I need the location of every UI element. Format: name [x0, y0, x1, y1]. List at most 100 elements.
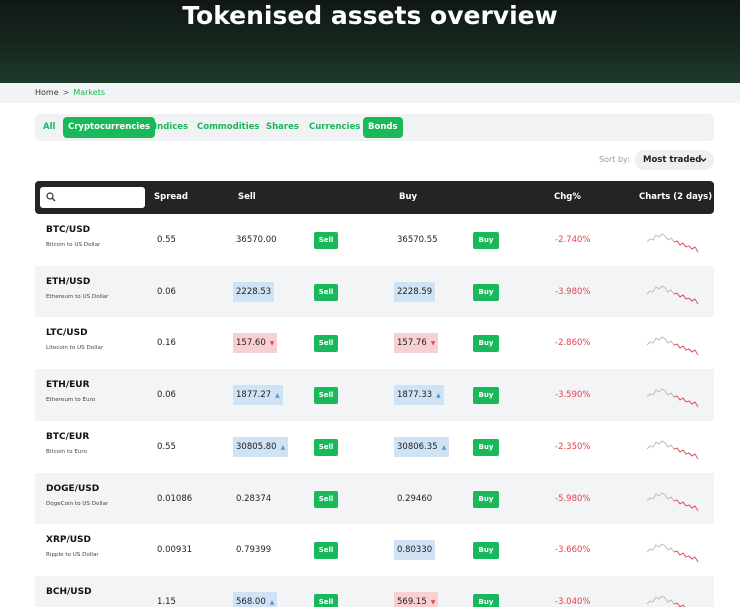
chevron-down-icon — [700, 150, 707, 178]
spread-value: 0.01086 — [157, 493, 193, 504]
arrow-up-icon: ▲ — [436, 392, 441, 400]
search-input[interactable] — [60, 189, 140, 206]
sparkline-chart[interactable] — [645, 280, 701, 310]
buy-button[interactable]: Buy — [473, 490, 499, 508]
sort-label: Sort by: — [599, 155, 630, 164]
tab-all[interactable]: All — [38, 117, 60, 138]
spread-value: 0.06 — [157, 286, 176, 297]
change-percent: -2.350% — [555, 441, 591, 452]
column-header-buy[interactable]: Buy — [399, 181, 417, 214]
instrument-symbol[interactable]: BTC/EUR — [46, 432, 89, 442]
sell-price: 0.79399 — [233, 540, 274, 560]
sparkline-chart[interactable] — [645, 383, 701, 413]
tab-bonds[interactable]: Bonds — [363, 117, 403, 138]
breadcrumb-home-link[interactable]: Home — [35, 88, 59, 97]
table-row[interactable]: XRP/USD Ripple to US Dollar 0.00931 0.79399… — [35, 524, 714, 577]
buy-button[interactable]: Buy — [473, 593, 499, 607]
buy-button[interactable]: Buy — [473, 283, 499, 301]
spread-value: 1.15 — [157, 596, 176, 607]
column-header-chg[interactable]: Chg% — [554, 181, 581, 214]
sell-price: 568.00 ▲ — [233, 591, 278, 607]
sell-price-value: 568.00 — [236, 596, 266, 607]
tab-indices[interactable]: Indices — [149, 117, 193, 138]
arrow-down-icon: ▼ — [430, 598, 436, 606]
sparkline-chart[interactable] — [645, 538, 701, 568]
buy-price: 157.76 ▼ — [394, 333, 439, 354]
column-header-spread[interactable]: Spread — [154, 181, 188, 214]
sell-price-value: 0.79399 — [236, 545, 272, 556]
sell-price-value: 1877.27 — [236, 390, 272, 401]
buy-price-value: 569.15 — [397, 596, 427, 607]
sell-price: 2228.53 — [233, 281, 275, 302]
table-row[interactable]: BTC/EUR Bitcoin to Euro 0.55 30805.80 ▲ Sell 3… — [35, 420, 714, 473]
table-row[interactable]: DOGE/USD DogeCoin to US Dollar 0.01086 0.28… — [35, 472, 714, 525]
instrument-symbol[interactable]: DOGE/USD — [46, 484, 99, 494]
instrument-description: Litecoin to US Dollar — [46, 345, 104, 352]
table-header: Spread Sell Buy Chg% Charts (2 days) — [35, 181, 714, 214]
spread-value: 0.06 — [157, 390, 176, 401]
instrument-symbol[interactable]: BCH/USD — [46, 587, 92, 597]
arrow-down-icon: ▼ — [430, 340, 436, 348]
instrument-description: Ethereum to Euro — [46, 397, 96, 404]
table-row[interactable]: LTC/USD Litecoin to US Dollar 0.16 157.60 ▼ S… — [35, 317, 714, 370]
buy-price-value: 36570.55 — [397, 235, 438, 245]
tab-cryptocurrencies[interactable]: Cryptocurrencies — [63, 117, 156, 138]
sell-button[interactable]: Sell — [314, 387, 338, 405]
tab-commodities[interactable]: Commodities — [192, 117, 264, 138]
buy-button[interactable]: Buy — [473, 335, 499, 353]
sell-price-value: 36570.00 — [236, 235, 277, 245]
sparkline-chart[interactable] — [645, 487, 701, 517]
sell-button[interactable]: Sell — [314, 283, 338, 301]
spread-value: 0.55 — [157, 235, 176, 245]
instrument-symbol[interactable]: XRP/USD — [46, 535, 91, 545]
buy-price-value: 0.29460 — [397, 493, 433, 504]
sell-button[interactable]: Sell — [314, 542, 338, 560]
buy-price: 36570.55 — [394, 230, 441, 250]
sort-dropdown[interactable]: Most traded — [635, 150, 714, 170]
instrument-symbol[interactable]: ETH/EUR — [46, 380, 90, 390]
buy-button[interactable]: Buy — [473, 387, 499, 405]
table-row[interactable]: BCH/USD 1.15 568.00 ▲ Sell 569.15 ▼ Buy -3.040% — [35, 575, 714, 607]
sell-button[interactable]: Sell — [314, 335, 338, 353]
instrument-symbol[interactable]: ETH/USD — [46, 277, 90, 287]
arrow-down-icon: ▼ — [269, 340, 275, 348]
instrument-description: Ethereum to US Dollar — [46, 293, 109, 300]
sparkline-chart[interactable] — [645, 590, 701, 607]
buy-button[interactable]: Buy — [473, 542, 499, 560]
buy-price: 1877.33 ▲ — [394, 385, 444, 406]
sell-button[interactable]: Sell — [314, 593, 338, 607]
buy-button[interactable]: Buy — [473, 438, 499, 456]
change-percent: -3.980% — [555, 286, 591, 297]
sparkline-chart[interactable] — [645, 331, 701, 361]
column-header-sell[interactable]: Sell — [238, 181, 256, 214]
change-percent: -3.660% — [555, 545, 591, 556]
search-box[interactable] — [40, 187, 145, 208]
sparkline-chart[interactable] — [645, 228, 701, 258]
buy-price: 0.29460 — [394, 489, 435, 509]
sell-button[interactable]: Sell — [314, 438, 338, 456]
table-row[interactable]: BTC/USD Bitcoin to US Dollar 0.55 36570.00 S… — [35, 214, 714, 266]
instrument-description: Bitcoin to Euro — [46, 448, 88, 455]
instrument-symbol[interactable]: BTC/USD — [46, 225, 90, 235]
tab-currencies[interactable]: Currencies — [304, 117, 365, 138]
buy-price: 2228.59 — [394, 281, 436, 302]
hero-banner: Tokenised assets overview — [0, 0, 740, 83]
table-row[interactable]: ETH/USD Ethereum to US Dollar 0.06 2228.53 S… — [35, 265, 714, 318]
sparkline-chart[interactable] — [645, 435, 701, 465]
sort-value: Most traded — [643, 155, 702, 165]
sell-price-value: 2228.53 — [236, 286, 272, 297]
instrument-description: DogeCoin to US Dollar — [46, 500, 109, 507]
sell-button[interactable]: Sell — [314, 232, 338, 249]
sell-price: 36570.00 — [233, 230, 280, 250]
change-percent: -3.590% — [555, 390, 591, 401]
arrow-up-icon: ▲ — [280, 443, 286, 451]
breadcrumb-current[interactable]: Markets — [73, 88, 105, 97]
change-percent: -3.040% — [555, 596, 591, 607]
instrument-symbol[interactable]: LTC/USD — [46, 328, 88, 338]
sell-button[interactable]: Sell — [314, 490, 338, 508]
table-row[interactable]: ETH/EUR Ethereum to Euro 0.06 1877.27 ▲ Sell 1… — [35, 369, 714, 422]
spread-value: 0.00931 — [157, 545, 193, 556]
page-title: Tokenised assets overview — [182, 1, 558, 30]
buy-button[interactable]: Buy — [473, 232, 499, 249]
tab-shares[interactable]: Shares — [261, 117, 304, 138]
